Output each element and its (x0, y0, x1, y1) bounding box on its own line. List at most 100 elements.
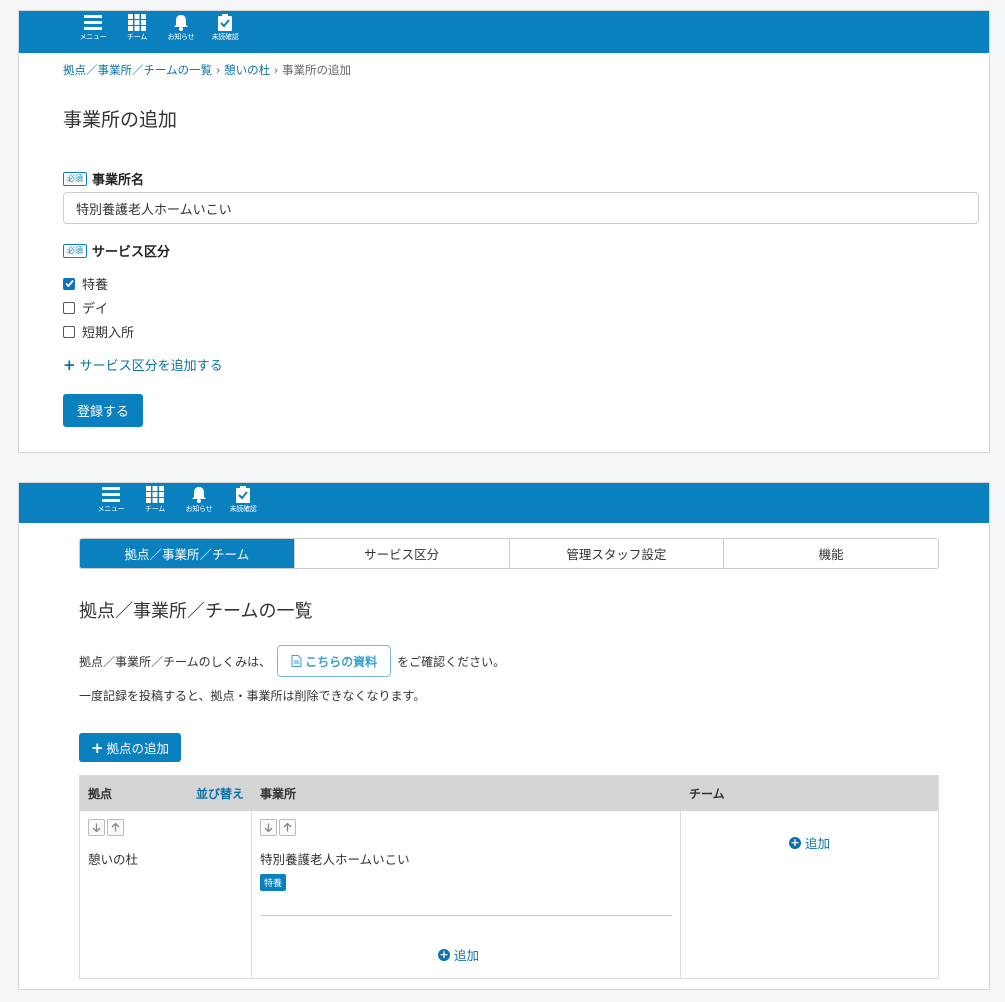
list-panel: メニュー チーム お知らせ 未読確認 拠点／事業所／チーム サービス区分 管理ス… (18, 482, 990, 990)
arrow-up-icon (283, 823, 292, 832)
nav-menu-label: メニュー (79, 33, 107, 41)
plus-circle-icon: + (438, 947, 450, 961)
arrow-down-icon (264, 823, 273, 832)
arrow-up-icon (111, 823, 120, 832)
arrow-down-icon (92, 823, 101, 832)
tab-service-category[interactable]: サービス区分 (293, 539, 509, 568)
breadcrumb-separator: › (215, 63, 221, 77)
document-icon (291, 655, 302, 667)
nav-notifications-label: お知らせ (185, 505, 213, 513)
nav-menu[interactable]: メニュー (71, 11, 115, 42)
service-label-text: サービス区分 (92, 245, 171, 260)
tab-admin-staff[interactable]: 管理スタッフ設定 (508, 539, 724, 568)
header-team: チーム (689, 787, 725, 801)
plus-icon: + (90, 738, 104, 757)
nav-unread[interactable]: 未読確認 (203, 11, 247, 42)
service-badge: 特養 (260, 874, 287, 891)
table-header: 拠点 並び替え 事業所 チーム (80, 776, 938, 811)
breadcrumb-list-link[interactable]: 拠点／事業所／チームの一覧 (63, 63, 212, 77)
list-title: 拠点／事業所／チームの一覧 (79, 601, 313, 622)
menu-icon (102, 487, 120, 502)
service-option-label: 短期入所 (82, 326, 135, 341)
info-line-2: 一度記録を投稿すると、拠点・事業所は削除できなくなります。 (79, 689, 426, 703)
add-base-button[interactable]: + 拠点の追加 (79, 733, 181, 762)
breadcrumb: 拠点／事業所／チームの一覧 › 憩いの杜 › 事業所の追加 (63, 62, 351, 78)
info-line-1: 拠点／事業所／チームのしくみは、 こちらの資料 をご確認ください。 (79, 645, 505, 677)
divider (260, 915, 672, 916)
sort-link[interactable]: 並び替え (196, 785, 244, 802)
clipboard-check-icon (218, 14, 232, 31)
bell-icon (174, 15, 188, 31)
move-up-button[interactable] (107, 819, 124, 836)
bell-icon (192, 487, 206, 503)
add-office-panel: メニュー チーム お知らせ 未読確認 拠点／事業所／チームの一覧 › 憩いの杜 … (18, 10, 990, 453)
top-nav-bar: メニュー チーム お知らせ 未読確認 (19, 483, 989, 523)
base-name[interactable]: 憩いの杜 (88, 849, 138, 868)
nav-menu[interactable]: メニュー (89, 483, 133, 514)
checkbox-unchecked[interactable] (63, 325, 75, 338)
nav-unread[interactable]: 未読確認 (221, 483, 265, 514)
nav-notifications[interactable]: お知らせ (159, 11, 203, 42)
base-office-table: 拠点 並び替え 事業所 チーム 憩いの杜 特別養護老人ホームいこい 特養 + 追… (79, 775, 939, 979)
check-icon (64, 279, 74, 288)
reorder-controls (88, 819, 124, 836)
service-option-tokuyou[interactable]: 特養 (63, 274, 108, 293)
nav-team[interactable]: チーム (115, 11, 159, 42)
add-team-link-label: 追加 (805, 836, 831, 851)
menu-icon (84, 15, 102, 30)
nav-unread-label: 未読確認 (229, 505, 257, 513)
breadcrumb-base-link[interactable]: 憩いの杜 (224, 63, 270, 77)
office-name-input[interactable] (63, 192, 979, 224)
nav-notifications-label: お知らせ (167, 33, 195, 41)
nav-team[interactable]: チーム (133, 483, 177, 514)
tab-base-office-team[interactable]: 拠点／事業所／チーム (80, 539, 294, 568)
move-down-button[interactable] (88, 819, 105, 836)
reorder-controls (260, 819, 296, 836)
nav-unread-label: 未読確認 (211, 33, 239, 41)
settings-tabs: 拠点／事業所／チーム サービス区分 管理スタッフ設定 機能 (79, 538, 939, 569)
document-button-label: こちらの資料 (305, 654, 378, 669)
required-badge: 必須 (63, 171, 87, 186)
service-option-day[interactable]: デイ (63, 298, 108, 317)
add-office-link[interactable]: + 追加 (438, 945, 479, 964)
move-up-button[interactable] (279, 819, 296, 836)
checkbox-unchecked[interactable] (63, 301, 75, 314)
add-service-link[interactable]: + サービス区分を追加する (63, 355, 223, 375)
service-option-label: デイ (82, 302, 109, 317)
checkbox-checked[interactable] (63, 277, 75, 290)
grid-icon (146, 486, 164, 503)
plus-icon: + (63, 355, 76, 374)
office-cell: 特別養護老人ホームいこい 特養 + 追加 (252, 811, 681, 979)
breadcrumb-current: 事業所の追加 (282, 63, 351, 77)
header-base: 拠点 並び替え (80, 776, 252, 811)
register-button[interactable]: 登録する (63, 394, 143, 427)
add-service-link-text: サービス区分を追加する (79, 359, 223, 374)
top-nav-bar: メニュー チーム お知らせ 未読確認 (19, 11, 989, 53)
nav-notifications[interactable]: お知らせ (177, 483, 221, 514)
move-down-button[interactable] (260, 819, 277, 836)
office-name[interactable]: 特別養護老人ホームいこい (260, 849, 410, 868)
info-prefix: 拠点／事業所／チームのしくみは、 (79, 654, 272, 669)
service-option-short-stay[interactable]: 短期入所 (63, 322, 134, 341)
header-office: 事業所 (260, 787, 297, 801)
page-title: 事業所の追加 (63, 109, 178, 131)
info-suffix: をご確認ください。 (397, 654, 506, 669)
base-cell: 憩いの杜 (80, 811, 252, 979)
office-name-label-text: 事業所名 (92, 173, 145, 188)
required-badge: 必須 (63, 243, 87, 258)
breadcrumb-separator: › (273, 63, 279, 77)
table-row: 憩いの杜 特別養護老人ホームいこい 特養 + 追加 + 追加 (80, 811, 938, 979)
team-cell: + 追加 (681, 811, 938, 979)
document-button[interactable]: こちらの資料 (277, 645, 392, 677)
plus-circle-icon: + (789, 835, 801, 849)
nav-team-label: チーム (127, 33, 147, 41)
nav-menu-label: メニュー (97, 505, 125, 513)
add-base-button-label: 拠点の追加 (106, 741, 170, 756)
add-team-link[interactable]: + 追加 (789, 833, 830, 852)
tab-features[interactable]: 機能 (723, 539, 938, 568)
clipboard-check-icon (236, 486, 250, 503)
service-option-label: 特養 (82, 278, 109, 293)
grid-icon (128, 14, 146, 31)
service-label: 必須 サービス区分 (63, 241, 170, 260)
office-name-label: 必須 事業所名 (63, 169, 144, 188)
